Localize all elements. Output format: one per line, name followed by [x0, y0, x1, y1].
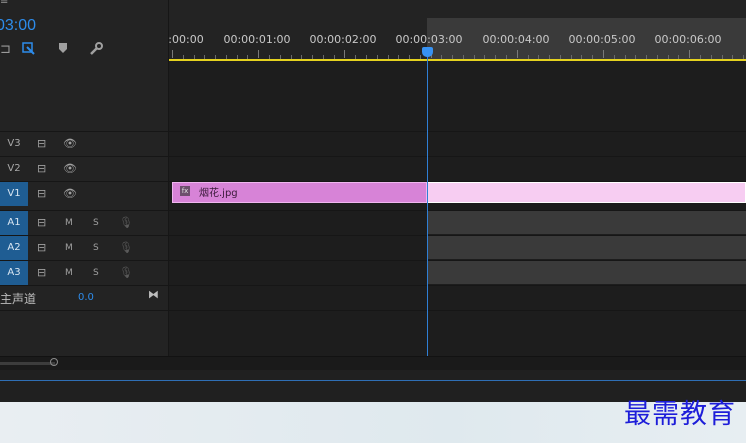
ruler-label: 00:00:03:00: [395, 33, 463, 46]
ruler-major-tick: [172, 50, 173, 58]
solo-button[interactable]: S: [93, 236, 99, 260]
panel-menu-icon[interactable]: ≡: [0, 0, 8, 7]
track-row-empty: [0, 310, 746, 335]
linked-selection-icon[interactable]: [22, 42, 36, 60]
ruler-major-tick: [344, 50, 345, 58]
panel-focus-border: [0, 380, 746, 381]
microphone-icon[interactable]: 🎙: [119, 236, 133, 260]
ruler-major-tick: [689, 50, 690, 58]
sync-lock-icon[interactable]: ⊟: [37, 132, 46, 156]
fx-badge-icon: fx: [180, 186, 190, 196]
sync-lock-icon[interactable]: ⊟: [37, 182, 46, 206]
solo-button[interactable]: S: [93, 211, 99, 235]
ruler-label: 00:00:02:00: [309, 33, 377, 46]
track-label-v3[interactable]: V3: [0, 132, 28, 156]
ruler-label: 00:00:05:00: [568, 33, 636, 46]
mute-button[interactable]: M: [65, 261, 73, 285]
zoom-scrollbar[interactable]: [0, 356, 746, 371]
ruler-major-tick: [603, 50, 604, 58]
track-label-v2[interactable]: V2: [0, 157, 28, 181]
add-marker-icon[interactable]: [58, 42, 68, 58]
track-label-a2[interactable]: A2: [0, 236, 28, 260]
video-clip-selected[interactable]: [427, 182, 746, 203]
master-track-label: 主声道: [0, 292, 37, 306]
ruler-major-tick: [517, 50, 518, 58]
timecode-display[interactable]: 03:00: [0, 17, 36, 35]
eye-icon[interactable]: 👁: [63, 157, 77, 181]
track-row-master: [0, 285, 746, 310]
work-area-bar[interactable]: [169, 59, 746, 61]
watermark-logo: 最需教育: [624, 399, 736, 430]
microphone-icon[interactable]: 🎙: [119, 261, 133, 285]
playhead-handle[interactable]: [422, 47, 433, 57]
ruler-label: 00:00:06:00: [654, 33, 722, 46]
sync-lock-icon[interactable]: ⊟: [37, 236, 46, 260]
sync-lock-icon[interactable]: ⊟: [37, 157, 46, 181]
track-label-v1[interactable]: V1: [0, 182, 28, 206]
ruler-label: :00:00: [168, 33, 204, 46]
mute-button[interactable]: M: [65, 211, 73, 235]
mute-button[interactable]: M: [65, 236, 73, 260]
column-divider: [168, 0, 169, 356]
go-to-edit-point-icon[interactable]: ⧓: [148, 288, 159, 301]
snap-icon[interactable]: ⊐: [0, 42, 11, 57]
ruler-label: 00:00:04:00: [482, 33, 550, 46]
settings-wrench-icon[interactable]: [89, 42, 103, 60]
solo-button[interactable]: S: [93, 261, 99, 285]
eye-icon[interactable]: 👁: [63, 182, 77, 206]
track-row-v3: [0, 131, 746, 156]
audio-track-region[interactable]: [428, 236, 746, 259]
audio-track-region[interactable]: [428, 211, 746, 234]
zoom-scroll-handle[interactable]: [50, 358, 58, 366]
sync-lock-icon[interactable]: ⊟: [37, 211, 46, 235]
ruler-label: 00:00:01:00: [223, 33, 291, 46]
ruler-major-tick: [258, 50, 259, 58]
track-label-a3[interactable]: A3: [0, 261, 28, 285]
audio-track-region[interactable]: [428, 261, 746, 284]
microphone-icon[interactable]: 🎙: [119, 211, 133, 235]
clip-name: 烟花.jpg: [199, 188, 238, 199]
master-volume-value[interactable]: 0.0: [78, 292, 94, 303]
playhead-line[interactable]: [427, 52, 428, 356]
sync-lock-icon[interactable]: ⊟: [37, 261, 46, 285]
zoom-scroll-track[interactable]: [0, 362, 55, 365]
eye-icon[interactable]: 👁: [63, 132, 77, 156]
track-label-a1[interactable]: A1: [0, 211, 28, 235]
track-row-v2: [0, 156, 746, 181]
